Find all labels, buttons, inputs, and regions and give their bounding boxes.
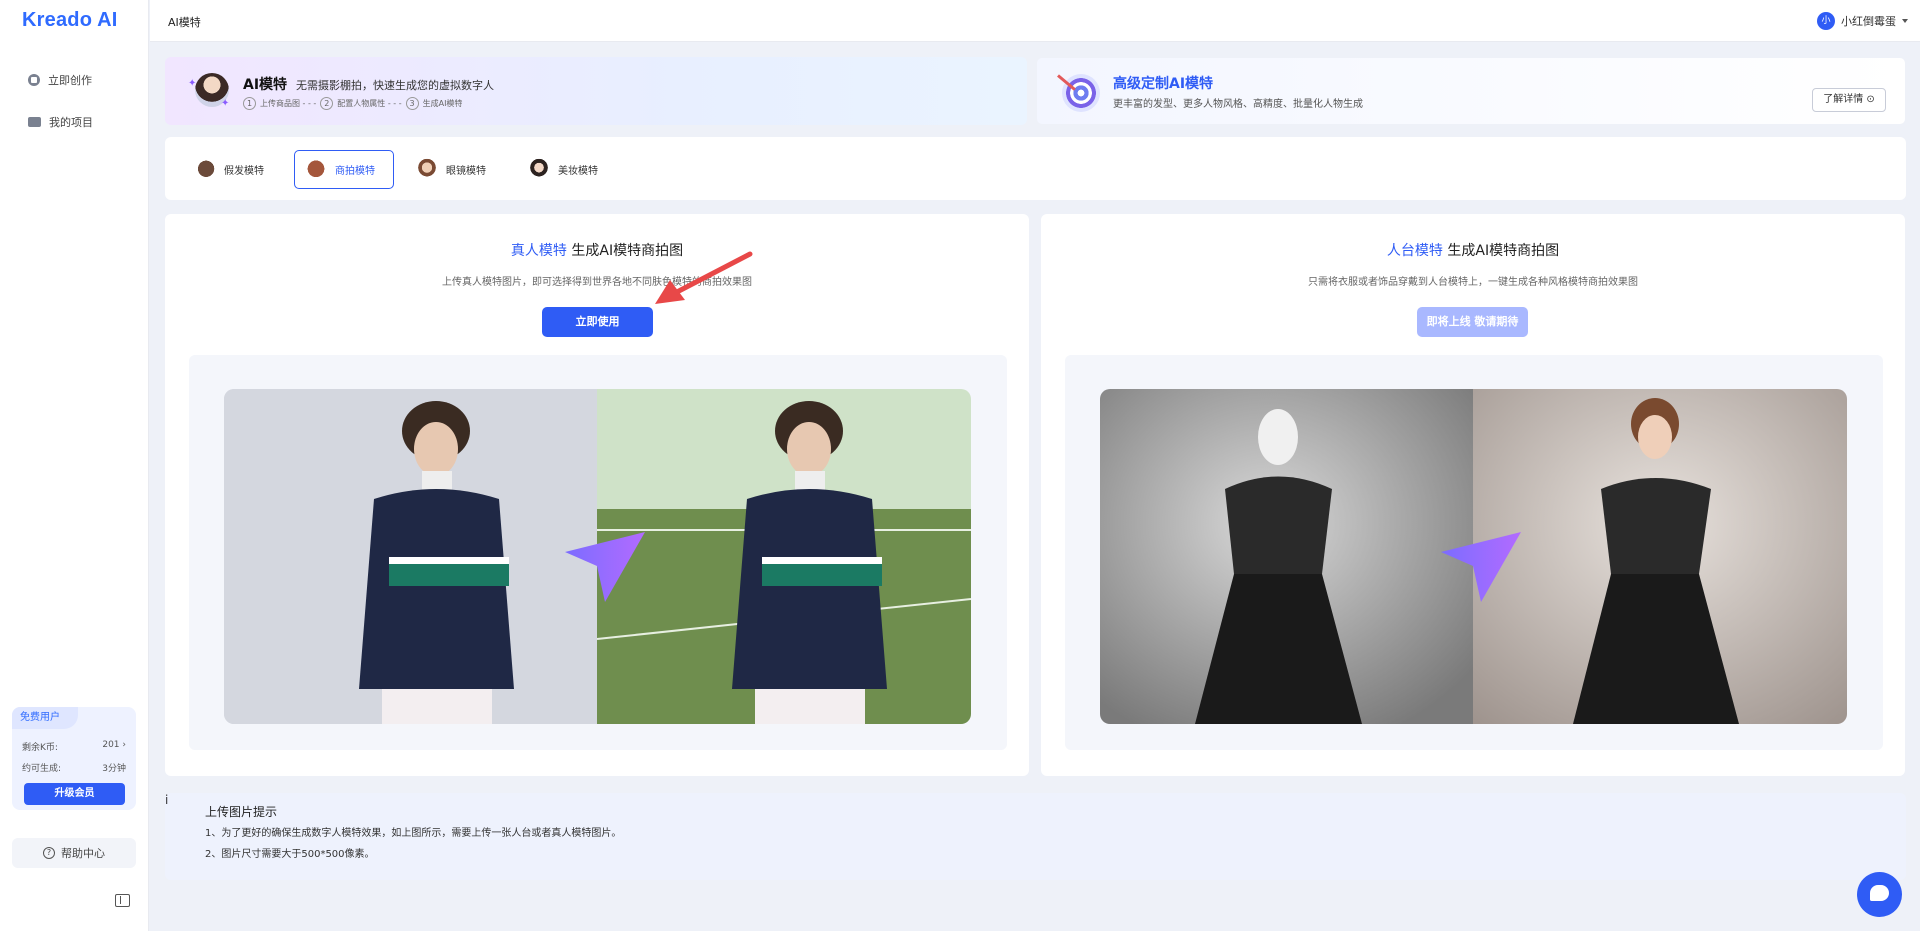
title-highlight: 真人模特 (510, 243, 567, 259)
original-photo (224, 389, 598, 724)
balance-row: 剩余K币: 201 › (22, 740, 126, 753)
makeup-model-icon (528, 157, 550, 182)
red-pointer-arrow (655, 251, 753, 304)
sparkle-icon: ✦ (188, 78, 197, 89)
chevron-down-icon (1902, 19, 1908, 23)
generate-label: 约可生成: (22, 764, 62, 774)
user-name: 小红倒霉蛋 (1841, 15, 1896, 28)
step-number: 1 (243, 97, 256, 110)
custom-banner-subtitle: 更丰富的发型、更多人物风格、高精度、批量化人物生成 (1113, 99, 1363, 110)
ai-model-banner (165, 57, 1027, 125)
step-number: 2 (320, 97, 334, 110)
tab-label: 美妆模特 (558, 166, 598, 177)
tips-line: 2、图片尺寸需要大于500*500像素。 (205, 849, 375, 860)
glasses-model-icon (416, 157, 438, 182)
generated-photo (597, 389, 971, 724)
coming-soon-button: 即将上线 敬请期待 (1417, 307, 1528, 337)
sparkle-icon: ✦ (221, 98, 230, 109)
sidebar-item-create[interactable]: 立即创作 (28, 72, 92, 88)
transform-arrow-icon (565, 532, 645, 602)
step-label: 生成AI模特 (422, 99, 463, 108)
banner-steps: 1 上传商品图 - - - 2 配置人物属性 - - - 3 生成AI模特 (243, 97, 462, 110)
wig-icon (194, 157, 216, 182)
real-model-title: 真人模特 生成AI模特商拍图 (165, 240, 1029, 260)
banner-subtitle: 无需摄影棚拍，快速生成您的虚拟数字人 (296, 79, 494, 92)
tab-label: 商拍模特 (335, 166, 375, 177)
balance-label: 剩余K币: (22, 743, 58, 753)
sidebar-item-projects[interactable]: 我的项目 (28, 114, 93, 130)
tab-label: 眼镜模特 (446, 166, 486, 177)
tab-glasses-model[interactable]: 眼镜模特 (406, 150, 496, 189)
folder-icon (28, 117, 41, 127)
use-now-button[interactable]: 立即使用 (542, 307, 653, 337)
mannequin-photo (1100, 389, 1474, 724)
question-icon: ? (43, 847, 55, 859)
custom-banner-title: 高级定制AI模特 (1113, 76, 1214, 92)
mannequin-model-title: 人台模特 生成AI模特商拍图 (1041, 240, 1905, 260)
create-icon (28, 74, 40, 86)
sidebar-item-label: 我的项目 (49, 116, 93, 129)
generate-row: 约可生成: 3分钟 (22, 761, 126, 774)
free-user-badge: 免费用户 (12, 707, 78, 729)
tips-title: 上传图片提示 (205, 805, 278, 819)
help-center-label: 帮助中心 (61, 847, 105, 860)
collapse-sidebar-icon[interactable] (115, 894, 130, 907)
page-title: AI模特 (168, 16, 201, 29)
target-icon (1062, 74, 1100, 112)
title-highlight: 人台模特 (1386, 243, 1443, 259)
learn-more-button[interactable]: 了解详情 ⊙ (1812, 88, 1886, 112)
tab-label: 假发模特 (224, 166, 264, 177)
help-center-button[interactable]: ? 帮助中心 (12, 838, 136, 868)
real-model-subtitle: 上传真人模特图片，即可选择得到世界各地不同肤色模特的商拍效果图 (442, 277, 752, 288)
banner-title: AI模特 (243, 77, 288, 93)
generated-dress-photo (1473, 389, 1847, 724)
tab-makeup-model[interactable]: 美妆模特 (518, 150, 608, 189)
tips-line: 1、为了更好的确保生成数字人模特效果，如上图所示，需要上传一张人台或者真人模特图… (205, 828, 622, 839)
step-label: 配置人物属性 - - - (337, 99, 402, 108)
sidebar-item-label: 立即创作 (48, 74, 92, 87)
account-card: 免费用户 剩余K币: 201 › 约可生成: 3分钟 升级会员 (12, 707, 136, 810)
transform-arrow-icon (1441, 532, 1521, 602)
top-bar: AI模特 小 小红倒霉蛋 (150, 0, 1920, 42)
tab-wig-model[interactable]: 假发模特 (184, 150, 274, 189)
avatar: 小 (1817, 12, 1835, 30)
step-number: 3 (405, 97, 419, 110)
generate-value: 3分钟 (102, 764, 126, 774)
title-rest: 生成AI模特商拍图 (1442, 243, 1560, 259)
kreado-logo[interactable]: Kreado AI (22, 9, 118, 32)
chat-support-button[interactable] (1857, 872, 1902, 917)
tab-commercial-model[interactable]: 商拍模特 (294, 150, 394, 189)
step-label: 上传商品图 - - - (260, 99, 317, 108)
upgrade-button[interactable]: 升级会员 (24, 783, 125, 805)
balance-value[interactable]: 201 › (102, 740, 126, 753)
sidebar: Kreado AI 立即创作 我的项目 免费用户 剩余K币: 201 › 约可生… (0, 0, 149, 931)
user-menu[interactable]: 小 小红倒霉蛋 (1817, 12, 1908, 30)
jacket-icon (305, 157, 327, 182)
mannequin-model-subtitle: 只需将衣服或者饰品穿戴到人台模特上，一键生成各种风格模特商拍效果图 (1308, 277, 1638, 288)
